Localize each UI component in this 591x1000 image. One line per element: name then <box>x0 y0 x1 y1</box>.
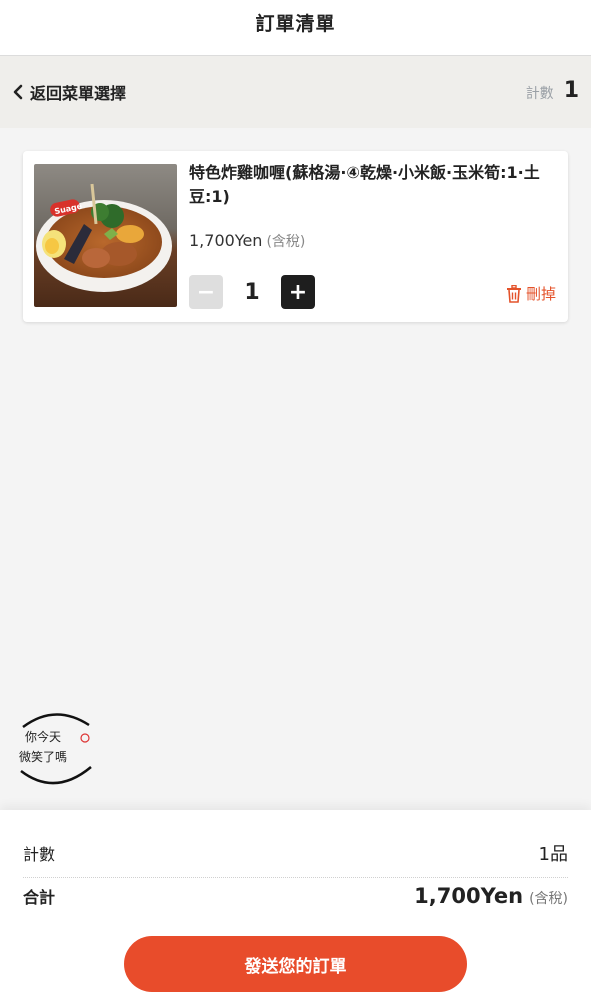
count-label: 計數 <box>525 85 554 102</box>
summary-count-value: 1品 <box>538 844 568 865</box>
svg-text:微笑了嗎: 微笑了嗎 <box>19 749 67 764</box>
summary-divider <box>23 877 568 878</box>
count-value: 1 <box>563 78 579 103</box>
back-label: 返回菜單選擇 <box>30 84 127 103</box>
item-price: 1,700Yen <box>189 231 263 250</box>
back-to-menu-button[interactable]: 返回菜單選擇 <box>12 80 126 104</box>
soup-curry-photo: Suage <box>34 164 177 307</box>
summary-total-label: 合計 <box>23 888 56 907</box>
delete-item-button[interactable]: 刪掉 <box>506 283 556 304</box>
summary-total-value: 1,700Yen <box>414 884 524 908</box>
cart-item-card: Suage 特色炸雞咖喱(蘇格湯·④乾燥·小米飯·玉米筍:1·土豆:1) 1,7… <box>23 151 568 322</box>
order-summary-panel: 計數 1品 合計 1,700Yen (含稅) 發送您的訂單 <box>0 810 591 1000</box>
sub-bar: 返回菜單選擇 計數 1 <box>0 56 591 128</box>
summary-total-row: 合計 1,700Yen (含稅) <box>23 884 568 908</box>
page-title: 訂單清單 <box>255 13 336 35</box>
decrease-quantity-button[interactable]: − <box>189 275 223 309</box>
chevron-left-icon <box>13 84 23 100</box>
svg-text:你今天: 你今天 <box>25 729 61 744</box>
summary-count-row: 計數 1品 <box>23 840 568 866</box>
item-name: 特色炸雞咖喱(蘇格湯·④乾燥·小米飯·玉米筍:1·土豆:1) <box>189 163 540 206</box>
item-count-indicator: 計數 1 <box>526 78 579 103</box>
summary-count-label: 計數 <box>23 845 56 864</box>
item-price-line: 1,700Yen (含稅) <box>189 231 305 251</box>
delete-label: 刪掉 <box>525 285 556 303</box>
trash-icon <box>506 284 521 303</box>
watermark-logo: 你今天 微笑了嗎 <box>15 705 95 791</box>
quantity-stepper: − 1 + <box>189 275 315 309</box>
summary-tax-note: (含稅) <box>529 891 568 907</box>
quantity-value: 1 <box>244 279 260 305</box>
summary-total-value-group: 1,700Yen (含稅) <box>414 884 568 908</box>
item-tax-note: (含稅) <box>266 234 306 250</box>
increase-quantity-button[interactable]: + <box>281 275 315 309</box>
top-bar: 訂單清單 <box>0 0 591 56</box>
submit-order-button[interactable]: 發送您的訂單 <box>124 936 467 992</box>
